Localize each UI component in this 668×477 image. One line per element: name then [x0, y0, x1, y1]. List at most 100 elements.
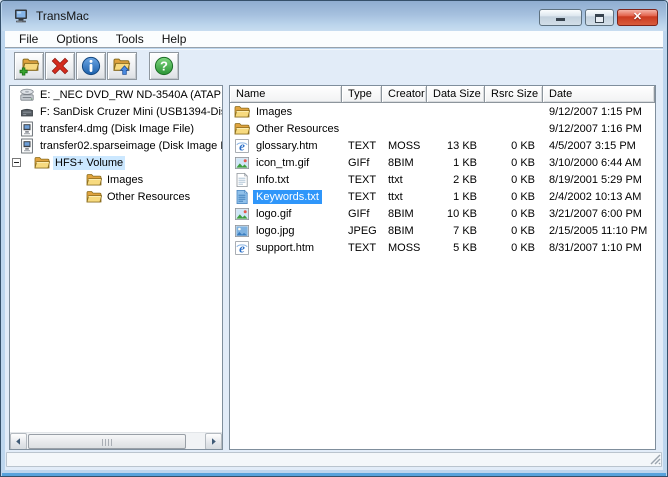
file-name-cell: e glossary.htm — [230, 138, 342, 154]
file-name-label[interactable]: Other Resources — [253, 122, 342, 136]
info-button[interactable] — [76, 51, 106, 80]
file-name-cell: icon_tm.gif — [230, 155, 342, 171]
file-name-cell: logo.gif — [230, 206, 342, 222]
collapse-expander-icon[interactable] — [12, 158, 21, 167]
svg-text:?: ? — [160, 58, 168, 73]
column-header-name[interactable]: Name — [230, 86, 342, 103]
menu-help[interactable]: Help — [153, 31, 196, 47]
menu-tools[interactable]: Tools — [107, 31, 153, 47]
file-date-cell: 2/15/2005 11:10 PM — [549, 224, 648, 237]
tree-item[interactable]: Images — [10, 171, 222, 188]
gif-image-icon — [234, 155, 250, 171]
column-header-type[interactable]: Type — [342, 86, 382, 103]
file-data-size-cell: 5 KB — [453, 241, 477, 254]
window-bottom-edge — [2, 473, 666, 476]
file-type-cell: TEXT — [348, 139, 377, 152]
file-creator-cell: MOSS — [388, 139, 421, 152]
file-type-cell: TEXT — [348, 173, 377, 186]
tree-item-label: transfer4.dmg (Disk Image File) — [40, 122, 195, 135]
text-doc-icon — [234, 172, 250, 188]
file-row[interactable]: Info.txt TEXT ttxt 2 KB 0 KB 8/19/2001 5:29 P… — [230, 171, 655, 188]
cd-drive-icon — [19, 87, 35, 103]
folder-icon — [234, 104, 250, 120]
file-rsrc-size-cell: 0 KB — [511, 241, 535, 254]
tree-item[interactable]: F: SanDisk Cruzer Mini (USB1394-Disk) — [10, 103, 222, 120]
folder-icon — [34, 155, 50, 171]
folder-add-button[interactable] — [14, 51, 44, 80]
file-type-cell: GIFf — [348, 207, 370, 220]
volume-tree-panel[interactable]: E: _NEC DVD_RW ND-3540A (ATAPI-C F: SanDi… — [9, 85, 223, 450]
file-name-label[interactable]: logo.gif — [253, 207, 294, 221]
help-button[interactable]: ? — [149, 51, 179, 80]
file-rsrc-size-cell: 0 KB — [511, 173, 535, 186]
file-name-label[interactable]: Info.txt — [253, 173, 292, 187]
file-name-cell: Other Resources — [230, 121, 342, 137]
file-name-cell: logo.jpg — [230, 223, 342, 239]
menu-file[interactable]: File — [10, 31, 47, 47]
window-title: TransMac — [36, 9, 89, 23]
file-rsrc-size-cell: 0 KB — [511, 224, 535, 237]
maximize-button[interactable] — [585, 9, 614, 26]
tree-item[interactable]: transfer4.dmg (Disk Image File) — [10, 120, 222, 137]
scrollbar-thumb[interactable] — [28, 433, 186, 449]
file-list-panel[interactable]: Name Type Creator Data Size Rsrc Size Da… — [229, 85, 656, 450]
file-row[interactable]: icon_tm.gif GIFf 8BIM 1 KB 0 KB 3/10/2000 6:4… — [230, 154, 655, 171]
file-name-label[interactable]: icon_tm.gif — [253, 156, 312, 170]
file-rsrc-size-cell: 0 KB — [511, 190, 535, 203]
title-bar[interactable]: TransMac ✕ — [2, 1, 666, 31]
info-icon — [80, 55, 102, 77]
scroll-right-arrow-icon — [209, 437, 218, 446]
tree-item-label: HFS+ Volume — [53, 155, 126, 170]
list-header: Name Type Creator Data Size Rsrc Size Da… — [230, 86, 655, 103]
folder-add-icon — [18, 55, 40, 77]
html-doc-icon: e — [234, 240, 250, 256]
close-button[interactable]: ✕ — [617, 9, 658, 26]
folder-icon — [86, 189, 102, 205]
scroll-left-button[interactable] — [10, 432, 27, 449]
column-header-data-size[interactable]: Data Size — [427, 86, 485, 103]
scroll-right-button[interactable] — [205, 432, 222, 449]
file-date-cell: 8/31/2007 1:10 PM — [549, 241, 642, 254]
file-name-label[interactable]: support.htm — [253, 241, 317, 255]
tree-item-label: Other Resources — [107, 190, 191, 203]
tree-item-label: E: _NEC DVD_RW ND-3540A (ATAPI-C — [40, 88, 223, 101]
delete-button[interactable] — [45, 51, 75, 80]
file-creator-cell: ttxt — [388, 190, 403, 203]
folder-up-button[interactable] — [107, 51, 137, 80]
file-name-label[interactable]: Images — [253, 105, 295, 119]
file-row[interactable]: logo.gif GIFf 8BIM 10 KB 0 KB 3/21/2007 6:00 … — [230, 205, 655, 222]
menu-options[interactable]: Options — [47, 31, 106, 47]
file-name-label[interactable]: glossary.htm — [253, 139, 321, 153]
horizontal-scrollbar[interactable] — [10, 432, 222, 449]
file-name-label[interactable]: logo.jpg — [253, 224, 298, 238]
minimize-button[interactable] — [539, 9, 582, 26]
resize-grip-icon[interactable] — [649, 453, 661, 465]
column-header-date[interactable]: Date — [543, 86, 655, 103]
file-date-cell: 9/12/2007 1:16 PM — [549, 122, 642, 135]
file-type-cell: TEXT — [348, 190, 377, 203]
file-data-size-cell: 10 KB — [447, 207, 477, 220]
file-date-cell: 8/19/2001 5:29 PM — [549, 173, 642, 186]
file-date-cell: 3/10/2000 6:44 AM — [549, 156, 642, 169]
file-name-label[interactable]: Keywords.txt — [253, 189, 322, 204]
column-header-rsrc-size[interactable]: Rsrc Size — [485, 86, 543, 103]
file-creator-cell: ttxt — [388, 173, 403, 186]
file-row[interactable]: e glossary.htm TEXT MOSS 13 KB 0 KB 4/5/2007 3… — [230, 137, 655, 154]
tree-item[interactable]: transfer02.sparseimage (Disk Image File) — [10, 137, 222, 154]
file-row[interactable]: Other Resources 9/12/2007 1:16 PM — [230, 120, 655, 137]
file-row[interactable]: e support.htm TEXT MOSS 5 KB 0 KB 8/31/2007 1:… — [230, 239, 655, 256]
file-type-cell: GIFf — [348, 156, 370, 169]
usb-drive-icon — [19, 104, 35, 120]
file-row[interactable]: Keywords.txt TEXT ttxt 1 KB 0 KB 2/4/2002 10:… — [230, 188, 655, 205]
column-header-creator[interactable]: Creator — [382, 86, 427, 103]
tree-item[interactable]: HFS+ Volume — [10, 154, 222, 171]
folder-icon — [234, 121, 250, 137]
folder-up-icon — [111, 55, 133, 77]
file-name-cell: e support.htm — [230, 240, 342, 256]
file-data-size-cell: 2 KB — [453, 173, 477, 186]
file-row[interactable]: logo.jpg JPEG 8BIM 7 KB 0 KB 2/15/2005 11:10 … — [230, 222, 655, 239]
tree-item[interactable]: E: _NEC DVD_RW ND-3540A (ATAPI-C — [10, 86, 222, 103]
file-row[interactable]: Images 9/12/2007 1:15 PM — [230, 103, 655, 120]
tree-item[interactable]: Other Resources — [10, 188, 222, 205]
toolbar: ? — [5, 49, 663, 82]
